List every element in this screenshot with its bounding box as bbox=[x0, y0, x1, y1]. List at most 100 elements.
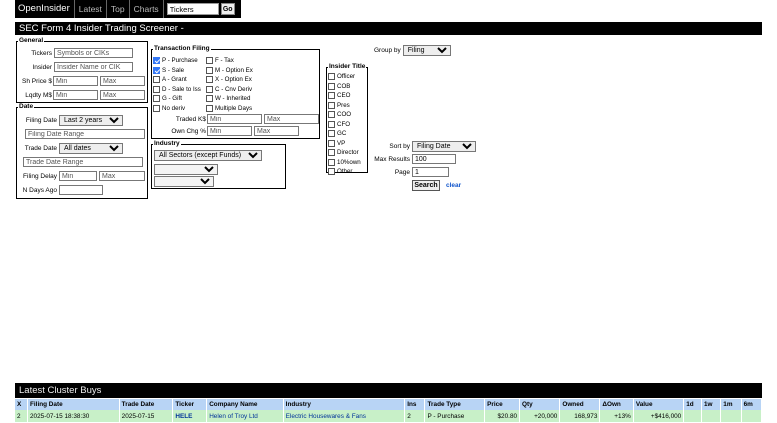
industry-select[interactable] bbox=[154, 164, 218, 175]
insider-title-ceo[interactable]: CEO bbox=[328, 91, 361, 101]
sortby-select[interactable]: Filing Date bbox=[412, 141, 476, 152]
checkbox[interactable] bbox=[328, 73, 335, 81]
ownchg-min-input[interactable] bbox=[207, 126, 252, 136]
filing-date-select[interactable]: Last 2 years bbox=[59, 115, 123, 126]
column-header[interactable]: X bbox=[15, 399, 29, 410]
trade-date-select[interactable]: All dates bbox=[59, 143, 123, 154]
checkbox[interactable] bbox=[328, 92, 335, 100]
column-header[interactable]: 1w bbox=[701, 399, 722, 410]
insider-title-other[interactable]: Other bbox=[328, 167, 361, 177]
ownchg-max-input[interactable] bbox=[254, 126, 299, 136]
maxresults-input[interactable] bbox=[412, 154, 456, 164]
column-header[interactable]: Trade Type bbox=[424, 399, 486, 410]
price-min-input[interactable] bbox=[53, 76, 98, 86]
insider-title-pres[interactable]: Pres bbox=[328, 101, 361, 111]
checkbox[interactable] bbox=[206, 57, 213, 65]
column-header[interactable]: 6m bbox=[741, 399, 763, 410]
subindustry-select[interactable] bbox=[154, 176, 214, 187]
insider-title-director[interactable]: Director bbox=[328, 148, 361, 158]
cell-filing-date[interactable]: 2025-07-15 18:38:30 bbox=[27, 410, 120, 422]
column-header[interactable]: Qty bbox=[519, 399, 561, 410]
insider-title-gc[interactable]: GC bbox=[328, 129, 361, 139]
checkbox[interactable] bbox=[153, 57, 160, 65]
nav-top[interactable]: Top bbox=[107, 0, 130, 18]
page-input[interactable] bbox=[412, 167, 449, 177]
nav-latest[interactable]: Latest bbox=[75, 0, 107, 18]
checkbox[interactable] bbox=[328, 168, 335, 176]
transaction-option-10[interactable]: W - Inherited bbox=[206, 94, 253, 104]
column-header[interactable]: Filing Date bbox=[27, 399, 120, 410]
insider-title-vp[interactable]: VP bbox=[328, 139, 361, 149]
insider-title-10own[interactable]: 10%own bbox=[328, 158, 361, 168]
insider-title-cfo[interactable]: CFO bbox=[328, 120, 361, 130]
column-header[interactable]: 1m bbox=[720, 399, 742, 410]
traded-min-input[interactable] bbox=[207, 114, 262, 124]
filing-date-range-input[interactable] bbox=[25, 129, 145, 139]
nav-charts[interactable]: Charts bbox=[130, 0, 164, 18]
groupby-select[interactable]: Filing bbox=[402, 45, 451, 56]
table-row[interactable]: 2 2025-07-15 18:38:30 2025-07-15 HELE Helen … bbox=[15, 410, 763, 422]
column-header[interactable]: Ins bbox=[404, 399, 426, 410]
checkbox[interactable] bbox=[328, 120, 335, 128]
tickers-input[interactable] bbox=[54, 48, 133, 58]
checkbox[interactable] bbox=[328, 149, 335, 157]
column-header[interactable]: ΔOwn bbox=[599, 399, 634, 410]
checkbox[interactable] bbox=[206, 95, 213, 103]
column-header[interactable]: Owned bbox=[559, 399, 601, 410]
insider-title-coo[interactable]: COO bbox=[328, 110, 361, 120]
checkbox[interactable] bbox=[206, 76, 213, 84]
column-header[interactable]: Company Name bbox=[206, 399, 284, 410]
column-header[interactable]: Industry bbox=[283, 399, 406, 410]
column-header[interactable]: 1d bbox=[683, 399, 702, 410]
cell-company[interactable]: Helen of Troy Ltd bbox=[206, 410, 284, 422]
transaction-option-2[interactable]: A - Grant bbox=[153, 75, 201, 85]
transaction-option-4[interactable]: G - Gift bbox=[153, 94, 201, 104]
checkbox[interactable] bbox=[153, 85, 160, 93]
checkbox[interactable] bbox=[206, 66, 213, 74]
checkbox[interactable] bbox=[153, 104, 160, 112]
checkbox[interactable] bbox=[153, 95, 160, 103]
checkbox[interactable] bbox=[153, 76, 160, 84]
brand-logo[interactable]: OpenInsider bbox=[15, 0, 75, 18]
checkbox[interactable] bbox=[328, 82, 335, 90]
sector-select[interactable]: All Sectors (except Funds) bbox=[154, 150, 262, 161]
transaction-option-1[interactable]: S - Sale bbox=[153, 66, 201, 76]
checkbox[interactable] bbox=[328, 139, 335, 147]
ticker-search-input[interactable] bbox=[166, 3, 219, 15]
checkbox[interactable] bbox=[153, 66, 160, 74]
transaction-option-5[interactable]: No deriv bbox=[153, 104, 201, 114]
search-button[interactable]: Search bbox=[412, 180, 440, 191]
trade-date-range-input[interactable] bbox=[23, 157, 143, 167]
checkbox[interactable] bbox=[206, 104, 213, 112]
transaction-option-11[interactable]: Multiple Days bbox=[206, 104, 253, 114]
column-header[interactable]: Price bbox=[484, 399, 521, 410]
cell-industry[interactable]: Electric Housewares & Fans bbox=[283, 410, 406, 422]
transaction-option-8[interactable]: X - Option Ex bbox=[206, 75, 253, 85]
ndays-input[interactable] bbox=[59, 185, 103, 195]
checkbox[interactable] bbox=[328, 101, 335, 109]
transaction-option-9[interactable]: C - Cnv Deriv bbox=[206, 85, 253, 95]
liquidity-max-input[interactable] bbox=[100, 90, 145, 100]
insider-title-cob[interactable]: COB bbox=[328, 82, 361, 92]
insider-title-officer[interactable]: Officer bbox=[328, 72, 361, 82]
transaction-option-7[interactable]: M - Option Ex bbox=[206, 66, 253, 76]
column-header[interactable]: Ticker bbox=[172, 399, 208, 410]
checkbox[interactable] bbox=[206, 85, 213, 93]
transaction-option-3[interactable]: D - Sale to Iss bbox=[153, 85, 201, 95]
filing-delay-min-input[interactable] bbox=[59, 171, 97, 181]
checkbox[interactable] bbox=[328, 130, 335, 138]
insider-input[interactable] bbox=[54, 62, 133, 72]
transaction-option-6[interactable]: F - Tax bbox=[206, 56, 253, 66]
filing-delay-max-input[interactable] bbox=[99, 171, 145, 181]
go-button[interactable]: Go bbox=[220, 3, 235, 15]
price-max-input[interactable] bbox=[100, 76, 145, 86]
clear-link[interactable]: clear bbox=[446, 182, 461, 189]
column-header[interactable]: Trade Date bbox=[119, 399, 174, 410]
checkbox[interactable] bbox=[328, 111, 335, 119]
traded-max-input[interactable] bbox=[264, 114, 319, 124]
transaction-option-0[interactable]: P - Purchase bbox=[153, 56, 201, 66]
liquidity-min-input[interactable] bbox=[53, 90, 98, 100]
checkbox[interactable] bbox=[328, 158, 335, 166]
column-header[interactable]: Value bbox=[633, 399, 685, 410]
cell-ticker[interactable]: HELE bbox=[172, 410, 208, 422]
